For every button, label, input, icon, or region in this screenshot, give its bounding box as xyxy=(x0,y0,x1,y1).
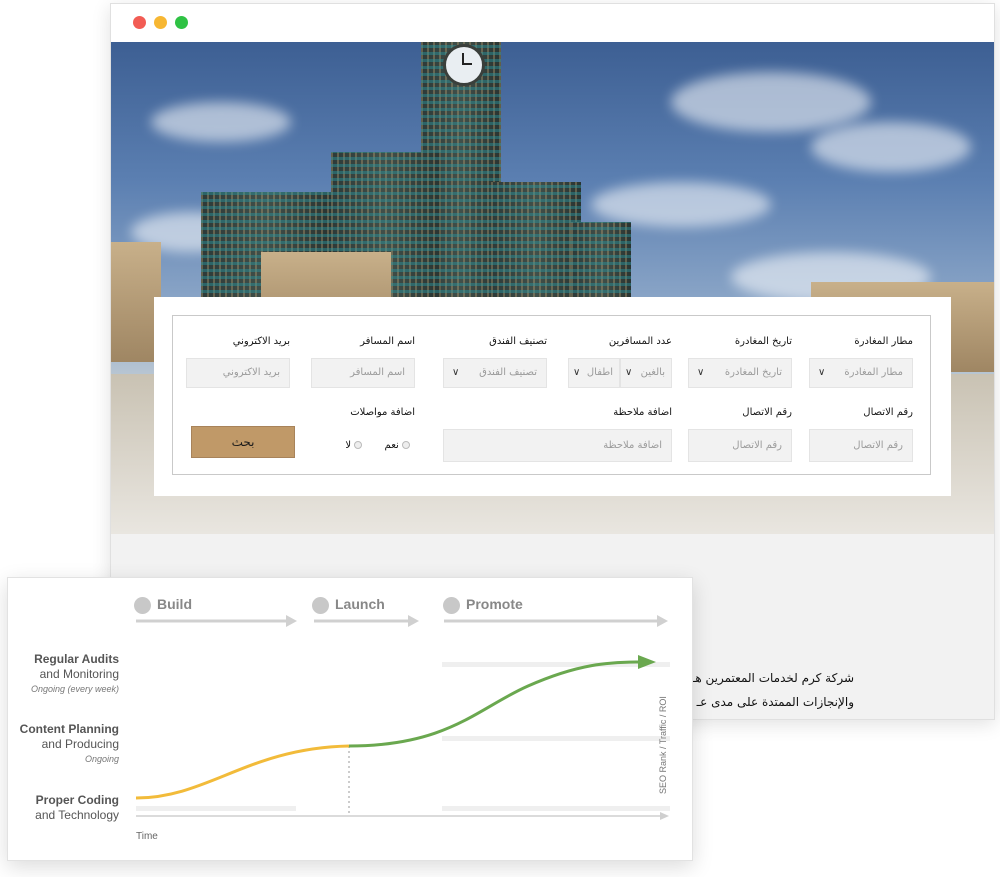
departure-date-field: تاريخ المغادرة تاريخ المغادرة ∨ xyxy=(688,336,792,388)
roadmap-chart-card: SEO Rank / Traffic / ROI Time Build Laun… xyxy=(7,577,693,861)
phone-field-2: رقم الاتصال رقم الاتصال xyxy=(688,407,792,462)
close-window-button[interactable] xyxy=(133,16,146,29)
email-field: بريد الاكتروني بريد الاكتروني xyxy=(186,336,290,388)
transport-field: اضافة مواصلات نعم لا xyxy=(311,407,415,462)
departure-date-label: تاريخ المغادرة xyxy=(734,336,792,347)
chevron-down-icon: ∨ xyxy=(452,367,460,378)
departure-airport-label: مطار المغادرة xyxy=(854,336,913,347)
email-input[interactable]: بريد الاكتروني xyxy=(186,358,290,388)
transport-options: نعم لا xyxy=(345,440,410,451)
traveler-name-input[interactable]: اسم المسافر xyxy=(311,358,415,388)
adults-select[interactable]: بالغين ∨ xyxy=(620,358,672,388)
children-select[interactable]: اطفال ∨ xyxy=(568,358,620,388)
chevron-down-icon: ∨ xyxy=(625,367,633,378)
phone-input-2[interactable]: رقم الاتصال xyxy=(688,429,792,462)
growth-curve xyxy=(348,660,643,748)
maximize-window-button[interactable] xyxy=(175,16,188,29)
phone-field-1: رقم الاتصال رقم الاتصال xyxy=(809,407,913,462)
phase-promote: Promote xyxy=(443,596,523,614)
hotel-rating-field: تصنيف الفندق تصنيف الفندق ∨ xyxy=(443,336,547,388)
row-proper-coding: Proper Coding and Technology xyxy=(35,793,119,822)
hotel-rating-select[interactable]: تصنيف الفندق ∨ xyxy=(443,358,547,388)
description-line-1: شركة كرم لخدمات المعتمرين هـ xyxy=(691,671,854,685)
travelers-count-field: عدد المسافرين بالغين ∨ اطفال ∨ xyxy=(568,336,672,388)
booking-form: مطار المغادرة مطار المغادرة ∨ تاريخ المغ… xyxy=(172,315,931,475)
note-field: اضافة ملاحظة اضافة ملاحظة xyxy=(443,407,672,462)
phase-build: Build xyxy=(134,596,192,614)
phase-launch: Launch xyxy=(312,596,385,614)
phone-input-1[interactable]: رقم الاتصال xyxy=(809,429,913,462)
minimize-window-button[interactable] xyxy=(154,16,167,29)
chevron-down-icon: ∨ xyxy=(818,367,826,378)
description-line-2: والإنجازات الممتدة على مدى عـ xyxy=(696,695,854,709)
departure-airport-select[interactable]: مطار المغادرة ∨ xyxy=(809,358,913,388)
note-label: اضافة ملاحظة xyxy=(613,407,672,418)
transport-no-radio[interactable]: لا xyxy=(345,440,363,451)
y-axis-label: SEO Rank / Traffic / ROI xyxy=(658,696,668,794)
phone-label-2: رقم الاتصال xyxy=(742,407,792,418)
hotel-rating-label: تصنيف الفندق xyxy=(489,336,547,347)
chevron-down-icon: ∨ xyxy=(697,367,705,378)
travelers-count-label: عدد المسافرين xyxy=(608,336,672,347)
booking-form-card: مطار المغادرة مطار المغادرة ∨ تاريخ المغ… xyxy=(154,297,951,496)
note-input[interactable]: اضافة ملاحظة xyxy=(443,429,672,462)
search-button[interactable]: بحث xyxy=(191,426,295,458)
traveler-name-label: اسم المسافر xyxy=(360,336,415,347)
phone-label-1: رقم الاتصال xyxy=(863,407,913,418)
transport-yes-radio[interactable]: نعم xyxy=(385,440,410,451)
browser-titlebar xyxy=(111,4,994,43)
row-content-planning: Content Planning and Producing Ongoing xyxy=(19,722,119,764)
transport-label: اضافة مواصلات xyxy=(350,407,415,418)
x-axis-label: Time xyxy=(136,831,158,842)
traveler-name-field: اسم المسافر اسم المسافر xyxy=(311,336,415,388)
email-label: بريد الاكتروني xyxy=(232,336,290,347)
mountain-icon xyxy=(312,596,329,614)
refresh-icon xyxy=(443,596,460,614)
chevron-down-icon: ∨ xyxy=(573,367,581,378)
build-curve xyxy=(135,744,350,800)
clock-icon xyxy=(443,44,485,86)
row-regular-audits: Regular Audits and Monitoring Ongoing (e… xyxy=(30,652,119,694)
departure-date-select[interactable]: تاريخ المغادرة ∨ xyxy=(688,358,792,388)
departure-airport-field: مطار المغادرة مطار المغادرة ∨ xyxy=(809,336,913,388)
compass-icon xyxy=(134,596,151,614)
